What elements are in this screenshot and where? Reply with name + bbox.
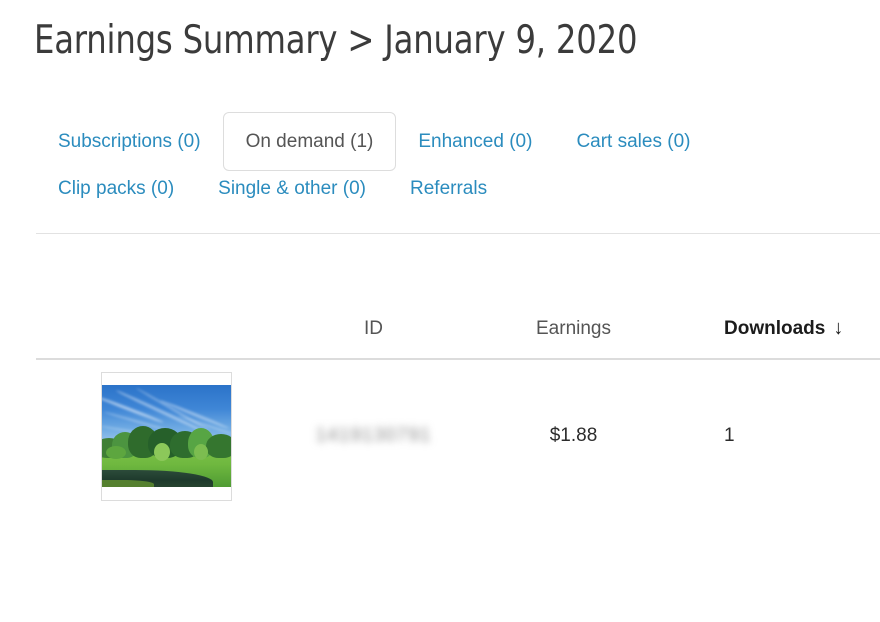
- tab-subscriptions[interactable]: Subscriptions (0): [36, 112, 223, 171]
- bush: [194, 444, 208, 460]
- cell-earnings: $1.88: [549, 425, 598, 446]
- bush: [106, 446, 126, 459]
- cell-thumbnail: [36, 371, 266, 501]
- tab-single-and-other[interactable]: Single & other (0): [196, 169, 388, 210]
- column-header-downloads[interactable]: Downloads ↓: [666, 318, 880, 340]
- tabs-divider: [36, 233, 880, 234]
- bank-region: [102, 479, 154, 487]
- column-header-earnings[interactable]: Earnings: [481, 318, 666, 340]
- column-header-id[interactable]: ID: [266, 318, 481, 340]
- tab-clip-packs[interactable]: Clip packs (0): [36, 169, 196, 210]
- table-header-row: ID Earnings Downloads ↓: [36, 300, 880, 360]
- thumbnail-image: [102, 385, 231, 487]
- page-title: Earnings Summary > January 9, 2020: [34, 18, 638, 63]
- bush: [154, 443, 170, 461]
- arrow-down-icon: ↓: [833, 317, 844, 339]
- tab-row-primary: Subscriptions (0) On demand (1) Enhanced…: [36, 112, 880, 171]
- column-header-downloads-label: Downloads: [724, 318, 826, 339]
- cell-downloads: 1: [724, 425, 735, 446]
- thumbnail-frame[interactable]: [101, 371, 232, 501]
- tab-cart-sales[interactable]: Cart sales (0): [554, 112, 712, 171]
- tree: [206, 434, 231, 459]
- cell-id: 1419130791: [315, 425, 432, 446]
- category-tabs: Subscriptions (0) On demand (1) Enhanced…: [36, 112, 880, 210]
- tab-enhanced[interactable]: Enhanced (0): [396, 112, 554, 171]
- earnings-summary-page: Earnings Summary > January 9, 2020 Subsc…: [0, 0, 880, 622]
- tab-referrals[interactable]: Referrals: [388, 169, 509, 210]
- table-row[interactable]: 1419130791 $1.88 1: [36, 360, 880, 512]
- earnings-table: ID Earnings Downloads ↓ 1419130791 $1.88…: [36, 300, 880, 512]
- tab-row-secondary: Clip packs (0) Single & other (0) Referr…: [36, 169, 880, 210]
- tab-on-demand[interactable]: On demand (1): [222, 112, 397, 171]
